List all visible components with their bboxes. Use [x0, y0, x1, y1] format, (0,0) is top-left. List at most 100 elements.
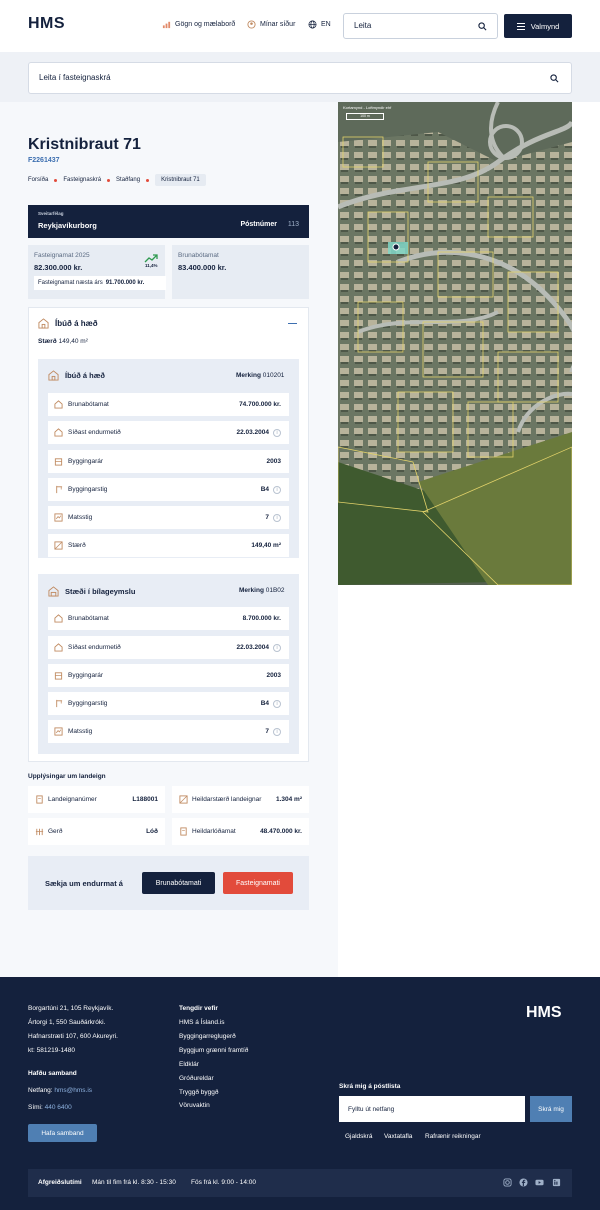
aerial-map[interactable] — [338, 102, 572, 585]
header-search — [343, 13, 498, 39]
collapse-icon[interactable] — [288, 323, 297, 324]
footer-link[interactable]: Gróðureldar — [179, 1075, 214, 1082]
document-icon — [180, 827, 187, 836]
contact-button[interactable]: Hafa samband — [28, 1124, 97, 1142]
rating-icon — [54, 513, 63, 522]
info-icon[interactable]: i — [273, 728, 281, 736]
postcode-label: Póstnúmer — [240, 221, 277, 228]
footer-logo[interactable]: HMS — [526, 1004, 562, 1022]
breadcrumb-item-home[interactable]: Forsíða — [28, 177, 48, 183]
breadcrumb-item-registry[interactable]: Fasteignaskrá — [63, 177, 101, 183]
detail-row: Stærð 149,40 m² — [48, 534, 289, 557]
unit-size: Stærð 149,40 m² — [38, 338, 88, 345]
registry-search-input[interactable] — [39, 73, 439, 82]
nav-language[interactable]: EN — [308, 20, 331, 29]
search-icon[interactable] — [550, 74, 559, 83]
subunit-mark: Merking 010201 — [236, 372, 284, 379]
breadcrumb-current: Kristnibraut 71 — [155, 174, 206, 186]
row-value: 2003 — [266, 672, 281, 679]
newsletter-submit-button[interactable]: Skrá mig — [530, 1096, 572, 1122]
newsletter-title: Skrá mig á póstlista — [339, 1083, 401, 1090]
email-link[interactable]: hms@hms.is — [54, 1087, 92, 1094]
unit-title: Íbúð á hæð — [55, 319, 98, 328]
subunit-mark-value: 01B02 — [265, 587, 285, 594]
footer-link[interactable]: Vöruvaktin — [179, 1102, 210, 1109]
land-value: 1.304 m² — [275, 796, 302, 803]
subunit-mark-label: Merking — [236, 372, 261, 379]
subunit-header: Íbúð á hæð — [48, 370, 105, 381]
info-icon[interactable]: i — [273, 700, 281, 708]
row-label: Byggingarár — [68, 672, 104, 679]
subunit-header: Stæði í bílageymslu — [48, 586, 135, 597]
municipality-bar: Sveitarfélag Reykjavíkurborg Póstnúmer 1… — [28, 205, 309, 238]
nav-label: Mínar síður — [260, 21, 296, 28]
row-value: 7 — [265, 514, 269, 521]
valuation-value: 82.300.000 kr. — [34, 263, 83, 272]
header-search-input[interactable] — [354, 21, 464, 30]
land-item: Heildarstærð landeignar 1.304 m² — [172, 786, 309, 813]
info-icon[interactable]: i — [273, 644, 281, 652]
newsletter-email-input[interactable] — [339, 1096, 525, 1122]
linkedin-icon[interactable] — [552, 1178, 561, 1187]
page-title: Kristnibraut 71 — [28, 136, 141, 153]
footer-link[interactable]: HMS á Ísland.is — [179, 1019, 225, 1026]
subunit-mark: Merking 01B02 — [239, 587, 285, 594]
search-icon[interactable] — [478, 22, 487, 31]
info-icon[interactable]: i — [273, 486, 281, 494]
chart-icon — [162, 21, 171, 29]
revaluation-panel: Sækja um endurmat á Brunabótamati Fastei… — [28, 856, 309, 910]
property-id: F2261437 — [28, 157, 60, 164]
nav-my-pages[interactable]: Mínar síður — [247, 20, 295, 29]
breadcrumb-separator — [146, 178, 150, 182]
subunit-title: Stæði í bílageymslu — [65, 587, 136, 596]
row-value: 22.03.2004 — [236, 429, 269, 436]
apartment-icon — [48, 370, 59, 381]
phone-link[interactable]: 440 6400 — [45, 1104, 72, 1111]
youtube-icon[interactable] — [535, 1178, 544, 1187]
facebook-icon[interactable] — [519, 1178, 528, 1187]
hms-logo[interactable]: HMS — [28, 15, 65, 33]
footer-link[interactable]: Byggjum grænni framtíð — [179, 1047, 248, 1054]
building-icon — [54, 458, 63, 466]
house-icon — [54, 614, 63, 623]
info-icon[interactable]: i — [273, 514, 281, 522]
legal-link[interactable]: Vaxtatafla — [384, 1133, 412, 1140]
registry-search — [28, 62, 572, 94]
trend-up-icon — [144, 254, 158, 263]
revaluation-label: Sækja um endurmat á — [45, 879, 123, 888]
row-value: 149,40 m² — [251, 542, 281, 549]
land-label: Heildarlóðamat — [192, 828, 236, 835]
info-icon[interactable]: i — [273, 429, 281, 437]
row-label: Síðast endurmetið — [68, 644, 121, 651]
detail-row: Matsstig 7 i — [48, 506, 289, 529]
row-value: 22.03.2004 — [236, 644, 269, 651]
area-icon — [54, 541, 63, 550]
land-value: 48.470.000 kr. — [260, 828, 302, 835]
row-label: Síðast endurmetið — [68, 429, 121, 436]
document-icon — [36, 795, 43, 804]
links-title: Tengdir vefir — [179, 1005, 218, 1012]
breadcrumb-item-address[interactable]: Staðfang — [116, 177, 140, 183]
municipality-label: Sveitarfélag — [38, 211, 64, 216]
footer-link[interactable]: Eldklár — [179, 1061, 199, 1068]
company-id: kt: 581219-1480 — [28, 1047, 75, 1054]
property-revaluation-button[interactable]: Fasteignamati — [223, 872, 293, 894]
legal-link[interactable]: Gjaldskrá — [345, 1133, 372, 1140]
row-value: 8.700.000 kr. — [242, 615, 281, 622]
breadcrumb-separator — [107, 178, 111, 182]
land-value: L188001 — [132, 796, 158, 803]
nav-data-dashboard[interactable]: Gögn og mælaborð — [162, 20, 235, 29]
fire-revaluation-button[interactable]: Brunabótamati — [142, 872, 215, 894]
menu-button[interactable]: Valmynd — [504, 14, 572, 38]
apartment-icon — [38, 318, 49, 329]
footer-link[interactable]: Tryggð byggð — [179, 1089, 219, 1096]
breadcrumb-separator — [54, 178, 58, 182]
phone-line: Sími: 440 6400 — [28, 1104, 72, 1111]
unit-header[interactable]: Íbúð á hæð — [38, 318, 98, 329]
footer-link[interactable]: Byggingarreglugerð — [179, 1033, 236, 1040]
email-label: Netfang: — [28, 1087, 53, 1094]
opening-hours-bar: Afgreiðslutími Mán til fim frá kl. 8:30 … — [28, 1169, 572, 1197]
legal-link[interactable]: Rafrænir reikningar — [425, 1133, 481, 1140]
instagram-icon[interactable] — [503, 1178, 512, 1187]
address-line: Ártorgi 1, 550 Sauðárkróki. — [28, 1019, 106, 1026]
